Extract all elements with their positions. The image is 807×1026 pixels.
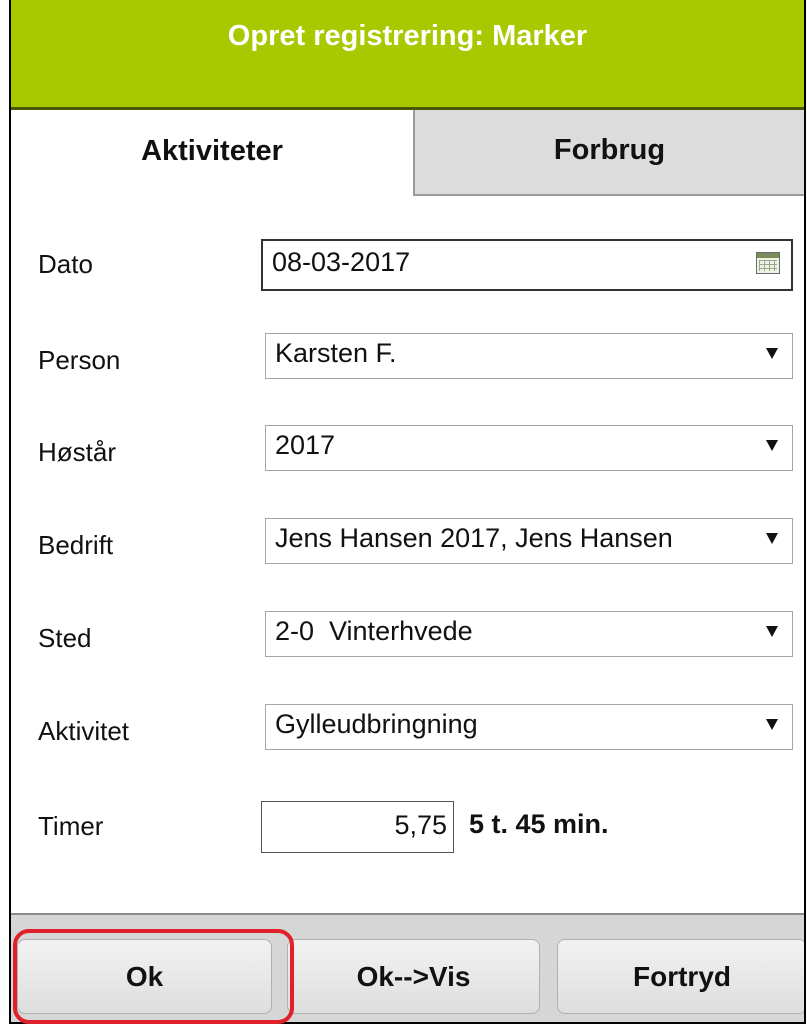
ok-view-button[interactable]: Ok-->Vis xyxy=(287,939,540,1014)
tab-aktiviteter[interactable]: Aktiviteter xyxy=(11,110,415,196)
hours-display: 5 t. 45 min. xyxy=(469,809,609,839)
registration-dialog: Opret registrering: Marker Aktiviteter F… xyxy=(9,0,806,1024)
dialog-header: Opret registrering: Marker xyxy=(11,0,804,110)
company-value: Jens Hansen 2017, Jens Hansen xyxy=(275,523,673,553)
hours-value: 5,75 xyxy=(394,810,447,840)
date-value: 08-03-2017 xyxy=(272,247,411,277)
location-value: 2-0 Vinterhvede xyxy=(275,616,473,646)
company-row: Bedrift Jens Hansen 2017, Jens Hansen xyxy=(11,518,804,574)
person-select[interactable]: Karsten F. xyxy=(265,333,793,379)
calendar-icon[interactable] xyxy=(756,252,780,274)
activity-select[interactable]: Gylleudbringning xyxy=(265,704,793,750)
hours-input[interactable]: 5,75 xyxy=(261,801,454,853)
dialog-title: Opret registrering: Marker xyxy=(227,20,588,52)
date-row: Dato 08-03-2017 xyxy=(11,239,804,295)
harvest-year-select[interactable]: 2017 xyxy=(265,425,793,471)
activity-label: Aktivitet xyxy=(38,716,130,746)
company-label: Bedrift xyxy=(38,530,114,560)
person-row: Person Karsten F. xyxy=(11,333,804,389)
date-label: Dato xyxy=(38,249,93,279)
chevron-down-icon xyxy=(766,626,778,637)
location-label: Sted xyxy=(38,623,92,653)
harvest-year-row: Høstår 2017 xyxy=(11,425,804,481)
tab-bar: Aktiviteter Forbrug xyxy=(11,110,804,196)
tab-forbrug[interactable]: Forbrug xyxy=(415,110,804,196)
date-input[interactable]: 08-03-2017 xyxy=(261,239,793,291)
chevron-down-icon xyxy=(766,440,778,451)
person-value: Karsten F. xyxy=(275,338,397,368)
hours-row: Timer 5,75 5 t. 45 min. xyxy=(11,801,804,857)
harvest-year-value: 2017 xyxy=(275,430,336,460)
person-label: Person xyxy=(38,345,121,375)
chevron-down-icon xyxy=(766,719,778,730)
activity-row: Aktivitet Gylleudbringning xyxy=(11,704,804,760)
ok-button[interactable]: Ok xyxy=(17,939,272,1014)
hours-label: Timer xyxy=(38,811,104,841)
chevron-down-icon xyxy=(766,533,778,544)
location-select[interactable]: 2-0 Vinterhvede xyxy=(265,611,793,657)
chevron-down-icon xyxy=(766,348,778,359)
harvest-year-label: Høstår xyxy=(38,437,116,467)
button-bar: Ok Ok-->Vis Fortryd xyxy=(11,913,804,1022)
location-row: Sted 2-0 Vinterhvede xyxy=(11,611,804,667)
activity-value: Gylleudbringning xyxy=(275,709,478,739)
cancel-button[interactable]: Fortryd xyxy=(557,939,804,1014)
company-select[interactable]: Jens Hansen 2017, Jens Hansen xyxy=(265,518,793,564)
